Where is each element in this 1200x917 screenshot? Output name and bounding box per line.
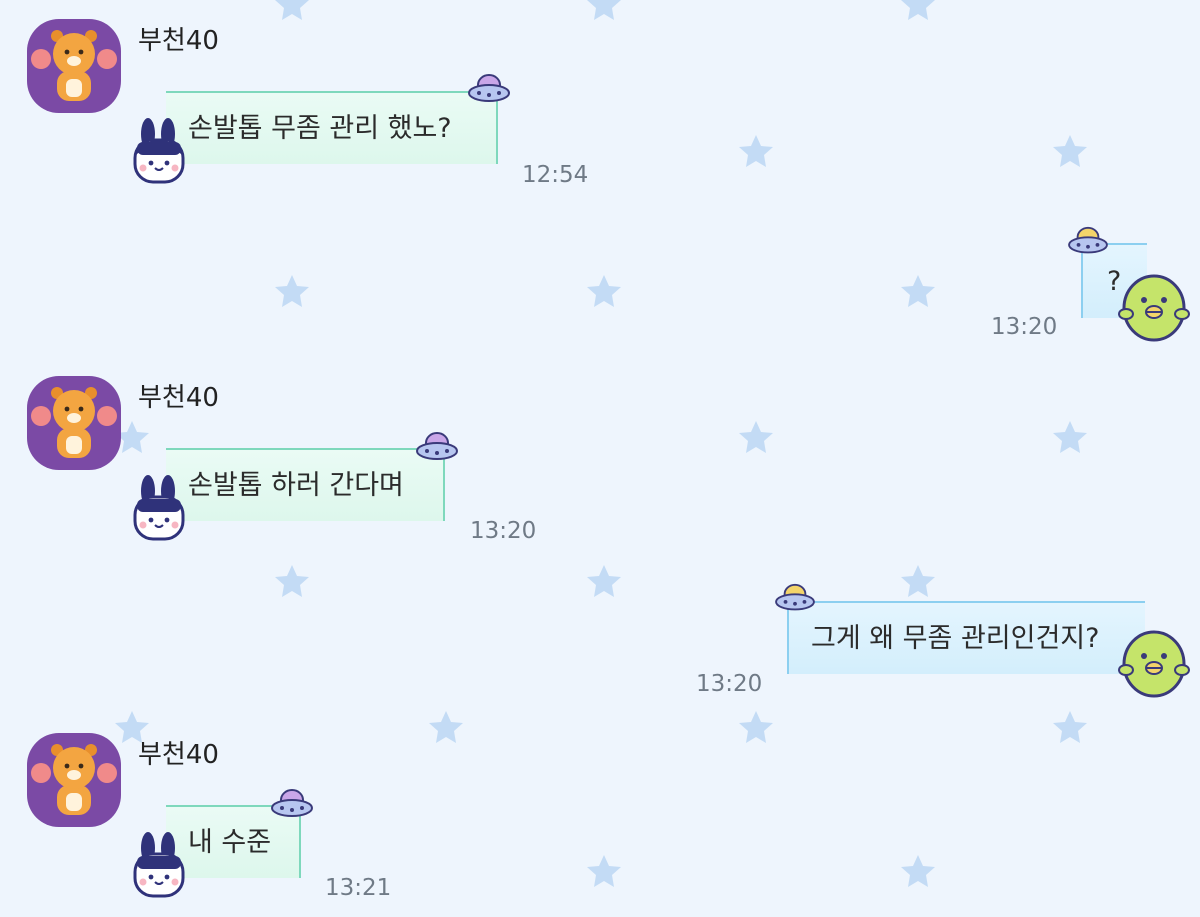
sender-name: 부천40 [138,740,219,770]
green-chick-icon [1118,274,1190,342]
message-text: 손발톱 무좀 관리 했노? [188,112,452,144]
message-text: 손발톱 하러 간다며 [188,469,404,501]
message-time: 13:20 [470,518,537,544]
bunny-character-icon [133,475,185,541]
green-chick-icon [1118,630,1190,698]
sender-name: 부천40 [138,26,219,56]
message-time: 13:20 [991,314,1058,340]
lion-cheerleader-icon [31,30,117,101]
message-text: 그게 왜 무좀 관리인건지? [811,622,1100,654]
message-text: 내 수준 [188,826,272,858]
sender-name: 부천40 [138,383,219,413]
bunny-character-icon [133,832,185,898]
ufo-icon [775,583,815,611]
message-bubble-outgoing[interactable]: 그게 왜 무좀 관리인건지? [787,601,1145,674]
message-bubble-incoming[interactable]: 손발톱 무좀 관리 했노? [166,91,498,164]
message-time: 12:54 [522,162,589,188]
avatar[interactable] [27,733,121,827]
bunny-character-icon [133,118,185,184]
avatar[interactable] [27,19,121,113]
lion-cheerleader-icon [31,387,117,458]
avatar[interactable] [27,376,121,470]
lion-cheerleader-icon [31,744,117,815]
message-bubble-incoming[interactable]: 손발톱 하러 간다며 [166,448,445,521]
message-time: 13:21 [325,875,392,901]
ufo-icon [416,432,458,460]
ufo-icon [1068,226,1108,254]
message-time: 13:20 [696,671,763,697]
ufo-icon [271,789,313,817]
ufo-icon [468,74,510,102]
